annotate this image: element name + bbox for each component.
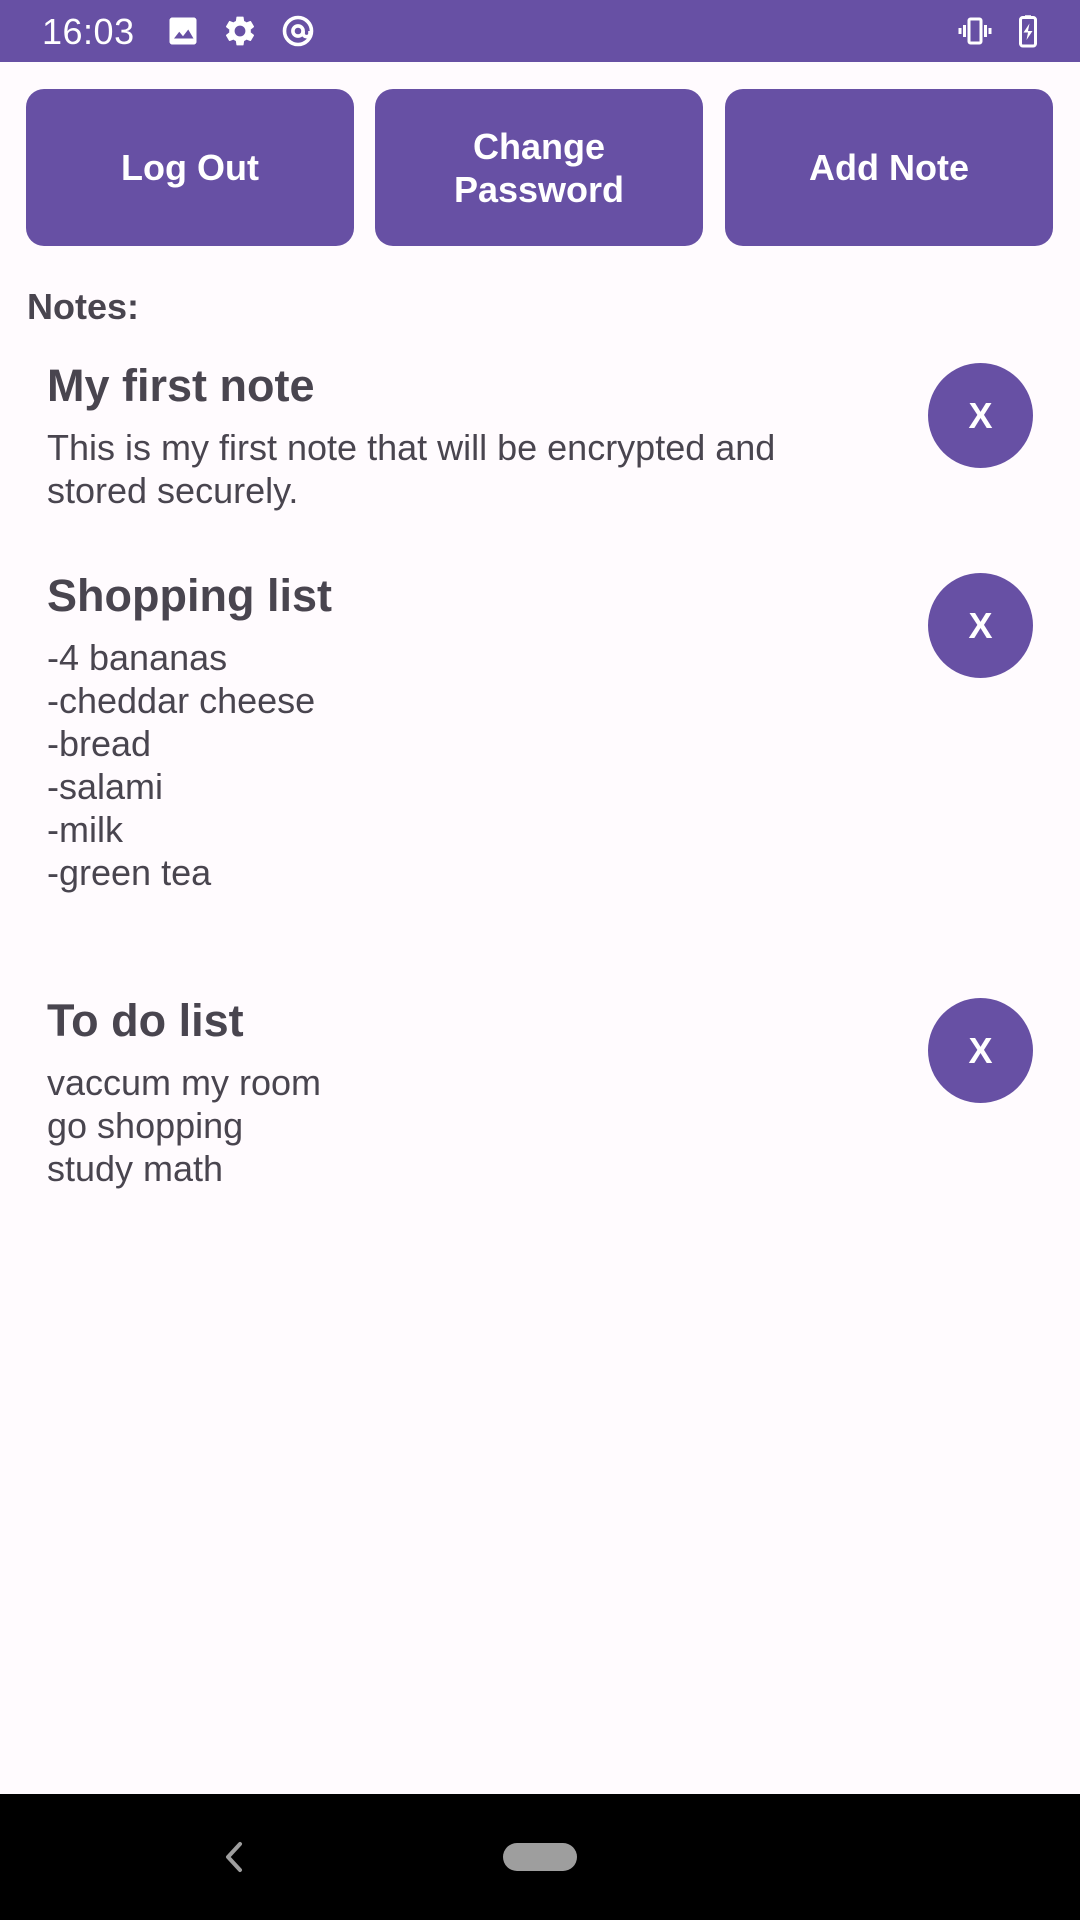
note-title: To do list (47, 995, 244, 1046)
delete-note-button[interactable]: X (928, 573, 1033, 678)
delete-note-button[interactable]: X (928, 363, 1033, 468)
note-item: To do list vaccum my room go shopping st… (47, 993, 907, 1190)
vibrate-icon (957, 13, 993, 49)
note-item: My first note This is my first note that… (47, 358, 907, 512)
home-pill-icon[interactable] (503, 1843, 577, 1871)
at-sign-icon (280, 13, 316, 49)
status-bar: 16:03 (0, 0, 1080, 62)
battery-charging-icon (1010, 13, 1046, 49)
note-item: Shopping list -4 bananas -cheddar cheese… (47, 568, 907, 894)
note-title: My first note (47, 360, 315, 411)
note-body: This is my first note that will be encry… (47, 427, 776, 511)
settings-gear-icon (222, 13, 258, 49)
back-chevron-icon[interactable] (220, 1834, 246, 1880)
status-time: 16:03 (42, 11, 135, 52)
image-icon (165, 13, 201, 49)
add-note-button[interactable]: Add Note (725, 89, 1053, 246)
delete-note-button[interactable]: X (928, 998, 1033, 1103)
notes-heading: Notes: (27, 286, 140, 327)
change-password-button[interactable]: Change Password (375, 89, 703, 246)
logout-button[interactable]: Log Out (26, 89, 354, 246)
note-body: vaccum my room go shopping study math (47, 1062, 322, 1189)
note-body: -4 bananas -cheddar cheese -bread -salam… (47, 637, 316, 893)
note-title: Shopping list (47, 570, 332, 621)
